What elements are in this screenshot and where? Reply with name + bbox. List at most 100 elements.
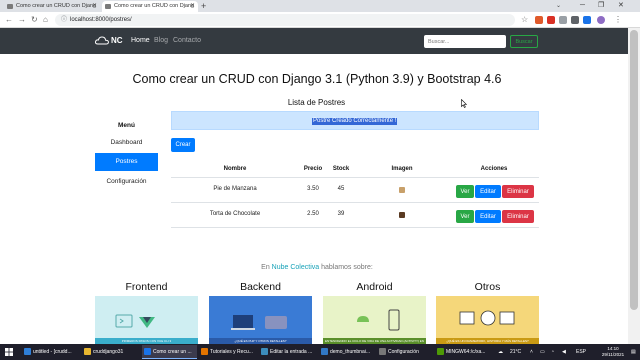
- new-tab-icon[interactable]: +: [201, 0, 206, 12]
- app-label: MINGW64:/c/xa...: [446, 349, 486, 355]
- taskbar-clock[interactable]: 14:10 29/11/2021: [597, 346, 629, 358]
- eliminar-button[interactable]: Eliminar: [502, 185, 534, 198]
- sidebar-item-configuracion[interactable]: Configuración: [95, 173, 158, 191]
- back-icon[interactable]: ←: [5, 14, 13, 26]
- tray-chevron-icon[interactable]: ˄: [530, 344, 533, 360]
- battery-icon[interactable]: ▭: [540, 344, 545, 360]
- search-button[interactable]: Buscar: [510, 35, 538, 48]
- column-header-precio: Precio: [303, 166, 323, 172]
- maximize-icon[interactable]: ❐: [598, 0, 604, 12]
- category-title-frontend: Frontend: [125, 281, 168, 293]
- promo-brand-link[interactable]: Nube Colectiva: [272, 264, 319, 271]
- language-indicator[interactable]: ESP: [576, 344, 586, 360]
- browser-menu-icon[interactable]: ⋮: [614, 14, 622, 26]
- network-icon[interactable]: ◔: [551, 344, 554, 360]
- app-label: Editar la entrada ...: [270, 349, 313, 355]
- nav-link-blog[interactable]: Blog: [154, 28, 168, 54]
- site-brand[interactable]: NC: [95, 28, 123, 54]
- taskbar-app-photoshop[interactable]: demo_thumbnai...: [319, 345, 375, 359]
- cell-precio: 2.50: [307, 211, 319, 217]
- bookmark-star-icon[interactable]: ☆: [521, 14, 528, 26]
- list-title: Lista de Postres: [287, 98, 346, 107]
- chrome-icon: [144, 348, 151, 355]
- close-window-icon[interactable]: ✕: [618, 0, 624, 12]
- editar-button[interactable]: Editar: [475, 210, 501, 223]
- table-divider: [171, 227, 539, 228]
- temperature-text[interactable]: 21°C: [510, 344, 521, 360]
- laptop-icon: [231, 315, 287, 330]
- close-tab-icon[interactable]: ✕: [92, 1, 97, 12]
- site-info-icon[interactable]: ⓘ: [61, 14, 67, 26]
- table-divider: [171, 177, 539, 178]
- ver-button[interactable]: Ver: [456, 185, 474, 198]
- brand-text: NC: [111, 36, 123, 45]
- taskbar-app-chrome[interactable]: Como crear un ...: [142, 345, 197, 359]
- dessert-image: [399, 187, 405, 193]
- close-tab-icon[interactable]: ✕: [190, 1, 195, 12]
- search-input[interactable]: [424, 35, 506, 48]
- table-divider: [171, 202, 539, 203]
- extension-icon[interactable]: [559, 16, 567, 24]
- sidebar-item-dashboard[interactable]: Dashboard: [95, 134, 158, 152]
- cell-stock: 45: [337, 186, 345, 192]
- url-text: localhost:8000/postres/: [70, 17, 132, 23]
- category-title-backend: Backend: [240, 281, 281, 293]
- taskbar-app-folder[interactable]: cruddjango31: [82, 345, 140, 359]
- taskbar-app-chrome[interactable]: Tutoriales y Recu...: [199, 345, 257, 359]
- weather-icon[interactable]: ☁: [498, 344, 503, 360]
- category-card-frontend[interactable]: PRIMEROS PASOS CON VUE CLI 3: [95, 296, 198, 344]
- reload-icon[interactable]: ↻: [31, 14, 38, 26]
- column-header-acciones: Acciones: [480, 166, 508, 172]
- app-label: cruddjango31: [93, 349, 124, 355]
- notifications-icon[interactable]: ▤: [631, 344, 636, 360]
- category-card-otros[interactable]: ¿QUÉ ES UN FRAMEWORK, HISTORIA Y MÁS DET…: [436, 296, 539, 344]
- extension-icon[interactable]: [571, 16, 579, 24]
- taskbar-app-chrome[interactable]: Editar la entrada ...: [259, 345, 317, 359]
- cell-nombre: Pie de Manzana: [213, 186, 257, 192]
- volume-icon[interactable]: ◀: [562, 344, 566, 360]
- terminal-icon: [437, 348, 444, 355]
- tab-favicon-icon: [7, 4, 13, 9]
- cell-nombre: Torta de Chocolate: [209, 211, 261, 217]
- forward-icon[interactable]: →: [18, 14, 26, 26]
- photoshop-icon: [321, 348, 328, 355]
- category-card-android[interactable]: ENTENDIENDO EL CICLO DE VIDA DE UNA ACTI…: [323, 296, 426, 344]
- create-button[interactable]: Crear: [171, 138, 195, 152]
- category-card-backend[interactable]: ¿QUÉ ES PHP Y OTROS DETALLES?: [209, 296, 312, 344]
- eliminar-button[interactable]: Eliminar: [502, 210, 534, 223]
- extension-icon[interactable]: [535, 16, 543, 24]
- browser-tab-1[interactable]: Como crear un CRUD con Djang ✕: [4, 1, 100, 12]
- browser-tabstrip: Como crear un CRUD con Djang ✕ Como crea…: [0, 0, 640, 12]
- home-icon[interactable]: ⌂: [43, 14, 48, 26]
- promo-suffix: hablamos sobre:: [319, 264, 373, 271]
- taskbar-app-git-bash[interactable]: MINGW64:/c/xa...: [435, 345, 495, 359]
- sidebar-title: Menú: [118, 122, 135, 129]
- extension-icon[interactable]: [547, 16, 555, 24]
- cell-precio: 3.50: [307, 186, 319, 192]
- nav-link-contacto[interactable]: Contacto: [173, 28, 201, 54]
- os-taskbar: untitled - [crudd... cruddjango31 Como c…: [0, 344, 640, 360]
- profile-avatar-icon[interactable]: [597, 16, 605, 24]
- success-alert: Postre Creado Correctamente !: [171, 111, 539, 130]
- android-phone-icon: [357, 309, 400, 331]
- windows-start-icon[interactable]: [5, 348, 13, 356]
- tab-favicon-icon: [105, 4, 111, 9]
- tab-title: Como crear un CRUD con Djang: [114, 3, 195, 9]
- cloud-logo-icon: [95, 36, 109, 45]
- scrollbar-thumb[interactable]: [630, 30, 638, 310]
- url-bar[interactable]: ⓘ localhost:8000/postres/: [55, 14, 515, 26]
- editar-button[interactable]: Editar: [475, 185, 501, 198]
- browser-tab-2[interactable]: Como crear un CRUD con Djang ✕: [102, 1, 198, 12]
- nav-link-home[interactable]: Home: [131, 28, 150, 54]
- chrome-icon: [201, 348, 208, 355]
- promo-prefix: En: [261, 264, 272, 271]
- sidebar-item-postres[interactable]: Postres: [95, 153, 158, 171]
- ver-button[interactable]: Ver: [456, 210, 474, 223]
- extension-icon[interactable]: [583, 16, 591, 24]
- taskbar-app-vscode[interactable]: untitled - [crudd...: [22, 345, 80, 359]
- mouse-cursor-icon: [461, 99, 467, 108]
- minimize-icon[interactable]: ─: [580, 0, 585, 12]
- app-label: untitled - [crudd...: [33, 349, 72, 355]
- tab-search-icon[interactable]: ⌄: [556, 0, 561, 12]
- taskbar-app-settings[interactable]: Configuración: [377, 345, 433, 359]
